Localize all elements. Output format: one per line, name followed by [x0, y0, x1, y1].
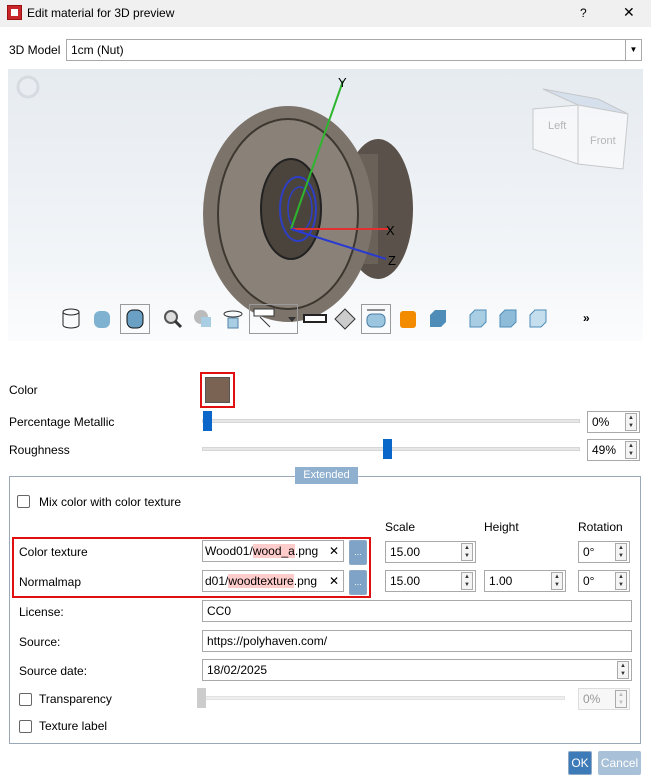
metallic-slider[interactable]: [202, 419, 580, 423]
normalmap-scale[interactable]: 15.00 ▲ ▼: [385, 570, 476, 592]
axis-y-label: Y: [338, 75, 347, 90]
ok-button[interactable]: OK: [568, 751, 592, 775]
axis-x-label: X: [386, 223, 395, 238]
dimension-icon[interactable]: [361, 304, 391, 334]
cancel-button[interactable]: Cancel: [598, 751, 641, 775]
texture-label-checkbox[interactable]: [19, 720, 32, 733]
transparency-spinbox[interactable]: 0% ▲ ▼: [578, 688, 630, 710]
color-swatch[interactable]: [200, 372, 235, 408]
clear-icon[interactable]: ✕: [328, 571, 339, 591]
extended-tab[interactable]: Extended: [295, 467, 358, 484]
wireframe-icon[interactable]: [58, 306, 84, 332]
title-bar: Edit material for 3D preview ? ✕: [0, 0, 651, 27]
mesh-icon[interactable]: [332, 306, 358, 332]
license-input[interactable]: CC0: [202, 600, 632, 622]
iso-view-2-icon[interactable]: [495, 306, 521, 332]
help-button[interactable]: ?: [580, 5, 587, 21]
color-texture-label: Color texture: [19, 545, 88, 559]
transparency-slider[interactable]: [197, 696, 565, 700]
mix-color-checkbox[interactable]: [17, 495, 30, 508]
source-input[interactable]: https://polyhaven.com/: [202, 630, 632, 652]
3d-viewport[interactable]: Y X Z Left Front: [8, 69, 643, 341]
model-value: 1cm (Nut): [71, 43, 124, 57]
source-label: Source:: [19, 635, 61, 649]
shaded-edges-icon[interactable]: [120, 304, 150, 334]
close-button[interactable]: ✕: [623, 4, 635, 20]
metallic-spinbox[interactable]: 0% ▲ ▼: [587, 411, 640, 433]
normalmap-rotation[interactable]: 0° ▲ ▼: [578, 570, 630, 592]
transparency-label: Transparency: [39, 692, 112, 706]
model-label: 3D Model: [9, 43, 61, 57]
source-date-label: Source date:: [19, 664, 88, 678]
view-cube[interactable]: Left Front: [532, 88, 629, 170]
cube-left-label: Left: [548, 120, 566, 132]
shaded-icon[interactable]: [89, 306, 115, 332]
transparency-checkbox[interactable]: [19, 693, 32, 706]
roughness-spinbox[interactable]: 49% ▲ ▼: [587, 439, 640, 461]
color-texture-scale[interactable]: 15.00 ▲ ▼: [385, 541, 476, 563]
metallic-label: Percentage Metallic: [9, 415, 115, 429]
annotation-dropdown[interactable]: [249, 304, 298, 334]
iso-view-3-icon[interactable]: [525, 306, 551, 332]
chevron-down-icon: ▼: [625, 40, 641, 60]
roughness-slider-thumb[interactable]: [383, 439, 392, 459]
normalmap-input[interactable]: d01/woodtexture.png ✕: [202, 570, 344, 592]
browse-color-texture-button[interactable]: ...: [349, 540, 367, 565]
scale-header: Scale: [385, 520, 416, 534]
transparency-slider-thumb[interactable]: [197, 688, 206, 708]
cut-view-icon[interactable]: [395, 306, 421, 332]
rotate-animation-icon[interactable]: [220, 306, 246, 332]
solid-box-icon[interactable]: [425, 306, 451, 332]
nut-model: Y X Z Left Front: [16, 75, 629, 322]
normalmap-height[interactable]: 1.00 ▲ ▼: [484, 570, 566, 592]
measure-icon[interactable]: [302, 306, 328, 332]
zoom-fit-icon[interactable]: [160, 306, 186, 332]
axis-z-label: Z: [388, 253, 396, 268]
source-date-input[interactable]: 18/02/2025 ▲ ▼: [202, 659, 632, 681]
section-icon[interactable]: [190, 306, 216, 332]
mix-color-label: Mix color with color texture: [39, 495, 182, 509]
cube-front-label: Front: [590, 135, 616, 147]
toolbar-more-button[interactable]: »: [583, 310, 590, 326]
app-icon: [7, 5, 22, 20]
license-label: License:: [19, 605, 64, 619]
color-label: Color: [9, 383, 38, 397]
color-texture-rotation[interactable]: 0° ▲ ▼: [578, 541, 630, 563]
rotation-header: Rotation: [578, 520, 623, 534]
model-select[interactable]: 1cm (Nut) ▼: [66, 39, 642, 61]
browse-normalmap-button[interactable]: ...: [349, 570, 367, 595]
window-title: Edit material for 3D preview: [27, 6, 175, 20]
normalmap-label: Normalmap: [19, 575, 82, 589]
roughness-label: Roughness: [9, 443, 70, 457]
metallic-slider-thumb[interactable]: [203, 411, 212, 431]
clear-icon[interactable]: ✕: [328, 541, 339, 561]
height-header: Height: [484, 520, 519, 534]
texture-label-label: Texture label: [39, 719, 108, 733]
color-texture-input[interactable]: Wood01/wood_a.png ✕: [202, 540, 344, 562]
iso-view-1-icon[interactable]: [465, 306, 491, 332]
